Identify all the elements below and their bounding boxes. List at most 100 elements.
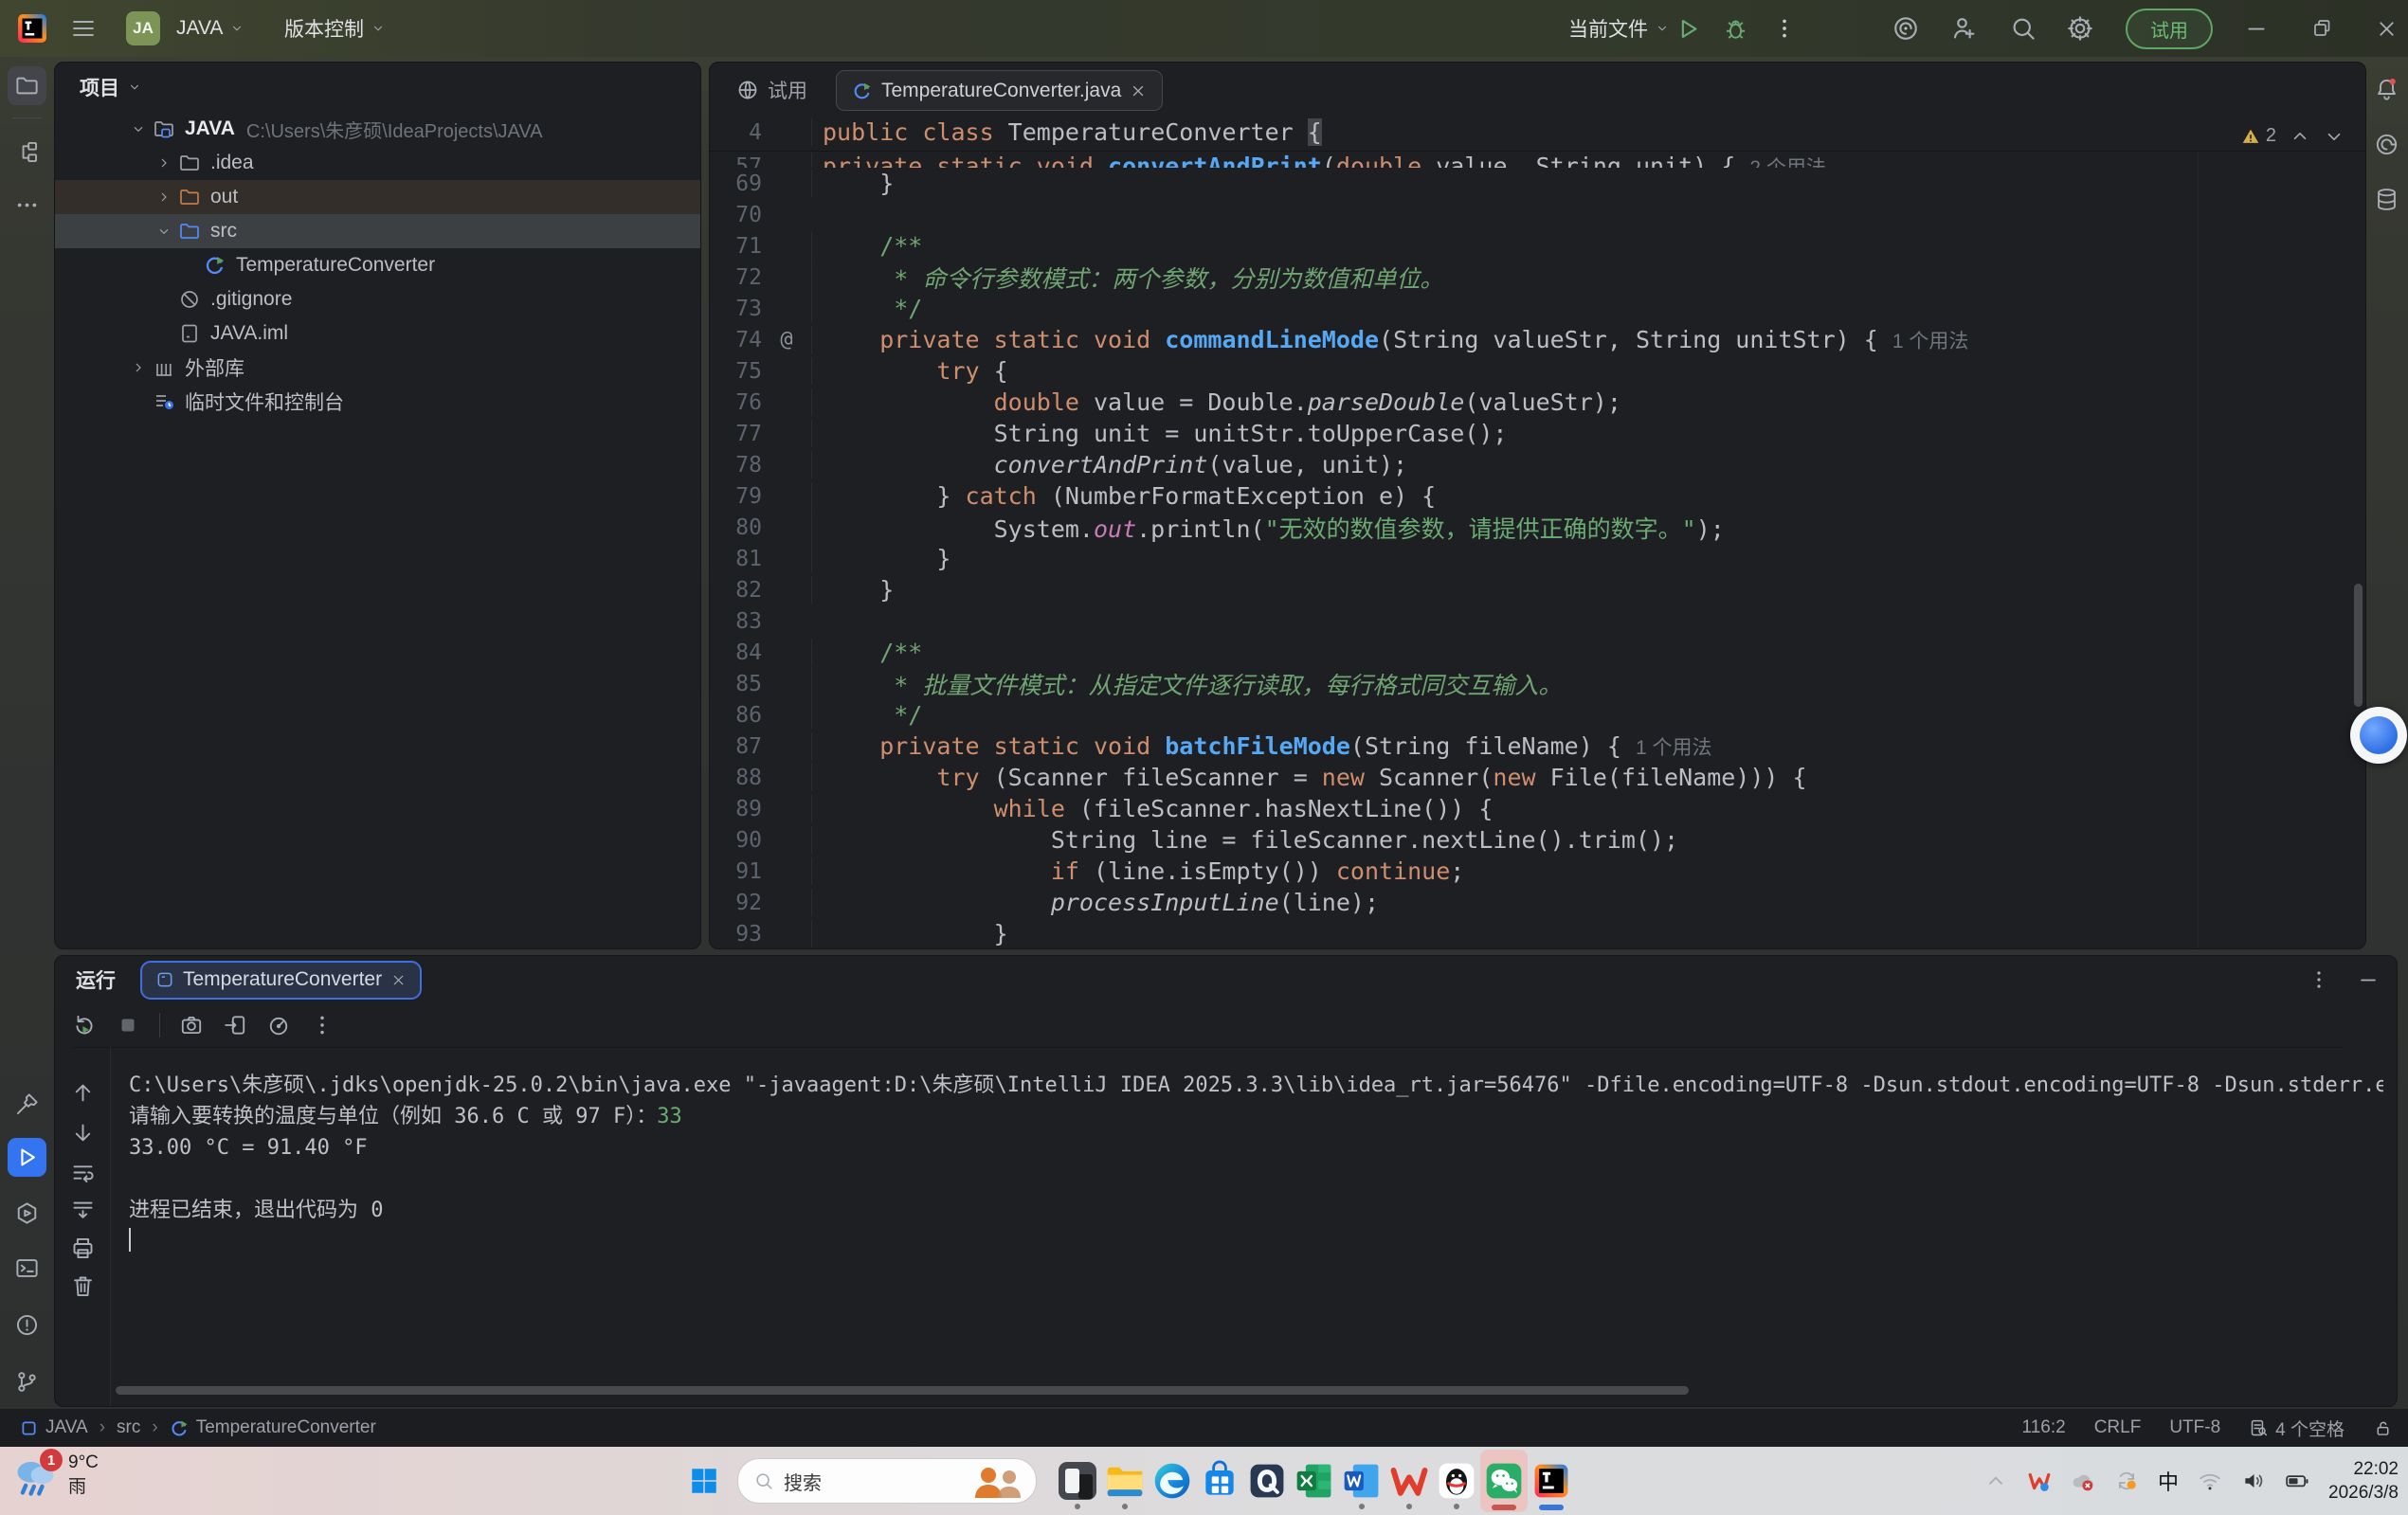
code-area[interactable]: 69}7071/**72 * 命令行参数模式：两个参数，分别为数值和单位。73 … xyxy=(710,168,2365,949)
line-number[interactable]: 82 xyxy=(710,578,762,603)
start-button[interactable] xyxy=(688,1465,720,1497)
taskbar-app-ms-store[interactable] xyxy=(1196,1450,1243,1512)
line-number[interactable]: 85 xyxy=(710,672,762,696)
tree-chevron-icon[interactable] xyxy=(153,152,175,174)
tree-chevron-icon[interactable] xyxy=(153,220,175,243)
run-tool-icon[interactable] xyxy=(8,1138,46,1177)
line-number[interactable]: 73 xyxy=(710,297,762,321)
tree-item-[interactable]: 外部库 xyxy=(55,351,700,385)
taskbar-app-wechat[interactable] xyxy=(1480,1450,1528,1512)
line-number[interactable]: 90 xyxy=(710,828,762,853)
close-tab-icon[interactable] xyxy=(1130,82,1147,99)
line-number[interactable]: 92 xyxy=(710,891,762,915)
clear-console-icon[interactable] xyxy=(63,1267,102,1306)
project-avatar[interactable]: JA xyxy=(126,0,160,57)
wifi-icon[interactable] xyxy=(2198,1469,2222,1493)
structure-tool-icon[interactable] xyxy=(8,133,46,171)
tree-item-idea[interactable]: .idea xyxy=(55,146,700,180)
line-number[interactable]: 76 xyxy=(710,390,762,415)
up-stacktrace-icon[interactable] xyxy=(63,1073,102,1112)
taskbar-app-qq[interactable] xyxy=(1433,1450,1480,1512)
line-number[interactable]: 79 xyxy=(710,484,762,509)
console-output[interactable]: C:\Users\朱彦硕\.jdks\openjdk-25.0.2\bin\ja… xyxy=(129,1070,2383,1378)
code-with-me-icon[interactable] xyxy=(1950,0,1979,57)
tray-overflow-chevron-icon[interactable] xyxy=(1983,1469,2008,1493)
tab-temperatureconverter[interactable]: TemperatureConverter.java xyxy=(836,70,1163,111)
line-number[interactable]: 78 xyxy=(710,453,762,478)
taskbar-app-file-explorer[interactable] xyxy=(1101,1450,1149,1512)
prev-problem-icon[interactable] xyxy=(2290,126,2310,147)
run-tab-temperatureconverter[interactable]: TemperatureConverter xyxy=(140,961,422,1000)
file-encoding[interactable]: UTF-8 xyxy=(2169,1417,2220,1438)
taskbar-app-phone-link[interactable] xyxy=(1054,1450,1101,1512)
taskbar-app-wps[interactable] xyxy=(1385,1450,1433,1512)
thread-dump-camera-icon[interactable] xyxy=(179,1013,204,1037)
ai-chat-tool-icon[interactable] xyxy=(2367,125,2406,164)
taskbar-app-idea[interactable] xyxy=(1528,1450,1575,1512)
weather-widget[interactable]: 1 9°C 雨 xyxy=(11,1451,99,1500)
tree-item-temperatureconverter[interactable]: TemperatureConverter xyxy=(55,248,700,282)
taskbar-app-quark[interactable] xyxy=(1243,1450,1291,1512)
line-number[interactable]: 71 xyxy=(710,234,762,259)
terminal-tool-icon[interactable] xyxy=(8,1249,46,1288)
build-tool-icon[interactable] xyxy=(8,1085,46,1124)
more-tools-icon[interactable] xyxy=(8,186,46,225)
line-number[interactable]: 69 xyxy=(710,171,762,196)
taskbar-app-excel[interactable] xyxy=(1291,1450,1338,1512)
database-tool-icon[interactable] xyxy=(2367,180,2406,219)
line-number[interactable]: 89 xyxy=(710,797,762,821)
down-stacktrace-icon[interactable] xyxy=(63,1113,102,1152)
breadcrumb-temperatureconverter[interactable]: TemperatureConverter xyxy=(170,1417,376,1438)
line-number[interactable]: 88 xyxy=(710,766,762,790)
window-minimize-button[interactable] xyxy=(2244,0,2269,57)
line-number[interactable]: 4 xyxy=(710,120,762,145)
tree-chevron-icon[interactable] xyxy=(127,117,150,140)
tree-chevron-icon[interactable] xyxy=(127,356,150,379)
hide-run-panel-icon[interactable] xyxy=(2357,968,2380,991)
breadcrumb-java[interactable]: JAVA xyxy=(19,1417,88,1438)
line-number[interactable]: 87 xyxy=(710,734,762,759)
volume-icon[interactable] xyxy=(2241,1469,2266,1493)
project-panel-header[interactable]: 项目 xyxy=(55,63,700,112)
line-separator[interactable]: CRLF xyxy=(2094,1417,2142,1438)
print-icon[interactable] xyxy=(63,1229,102,1268)
battery-icon[interactable] xyxy=(2285,1469,2309,1493)
soft-wrap-icon[interactable] xyxy=(63,1153,102,1192)
editor-scrollbar[interactable] xyxy=(2354,584,2363,707)
indent-setting[interactable]: 4 个空格 xyxy=(2249,1416,2345,1441)
line-number[interactable]: 72 xyxy=(710,265,762,290)
taskbar-search-input[interactable]: 搜索 xyxy=(737,1458,1037,1504)
tree-item-out[interactable]: out xyxy=(55,180,700,214)
caret-position[interactable]: 116:2 xyxy=(2022,1417,2066,1438)
line-number[interactable]: 57 xyxy=(710,154,762,169)
vcs-widget[interactable]: 版本控制 xyxy=(284,0,385,57)
tree-item-src[interactable]: src xyxy=(55,214,700,248)
tray-sync-icon[interactable] xyxy=(2114,1469,2139,1493)
tray-cloud-error-icon[interactable] xyxy=(2071,1469,2095,1493)
scroll-to-end-icon[interactable] xyxy=(63,1191,102,1230)
taskbar-app-word[interactable] xyxy=(1338,1450,1385,1512)
services-tool-icon[interactable] xyxy=(8,1194,46,1233)
rerun-icon[interactable] xyxy=(72,1013,97,1037)
line-number[interactable]: 86 xyxy=(710,703,762,728)
tab-trial[interactable]: 试用 xyxy=(736,63,807,117)
search-everywhere-icon[interactable] xyxy=(2009,0,2037,57)
breadcrumb-src[interactable]: src xyxy=(117,1417,140,1438)
notifications-bell-icon[interactable] xyxy=(2367,70,2406,109)
readonly-lock-icon[interactable] xyxy=(2373,1418,2393,1438)
tree-item-java[interactable]: JAVAC:\Users\朱彦硕\IdeaProjects\JAVA xyxy=(55,112,700,146)
problems-tool-icon[interactable] xyxy=(8,1306,46,1344)
ime-indicator[interactable]: 中 xyxy=(2158,1466,2179,1496)
next-problem-icon[interactable] xyxy=(2324,126,2345,147)
attach-debugger-icon[interactable] xyxy=(223,1013,247,1037)
line-number[interactable]: 93 xyxy=(710,922,762,947)
window-restore-button[interactable] xyxy=(2310,0,2333,57)
trial-badge[interactable]: 试用 xyxy=(2126,0,2213,57)
settings-gear-icon[interactable] xyxy=(2066,0,2094,57)
taskbar-app-edge[interactable] xyxy=(1149,1450,1196,1512)
console-hscrollbar[interactable] xyxy=(116,1386,1689,1395)
gutter-annotation-icon[interactable]: @ xyxy=(762,328,811,352)
ai-assistant-icon[interactable] xyxy=(1892,0,1920,57)
debug-button[interactable] xyxy=(1723,0,1748,57)
more-actions-icon[interactable] xyxy=(1772,0,1797,57)
